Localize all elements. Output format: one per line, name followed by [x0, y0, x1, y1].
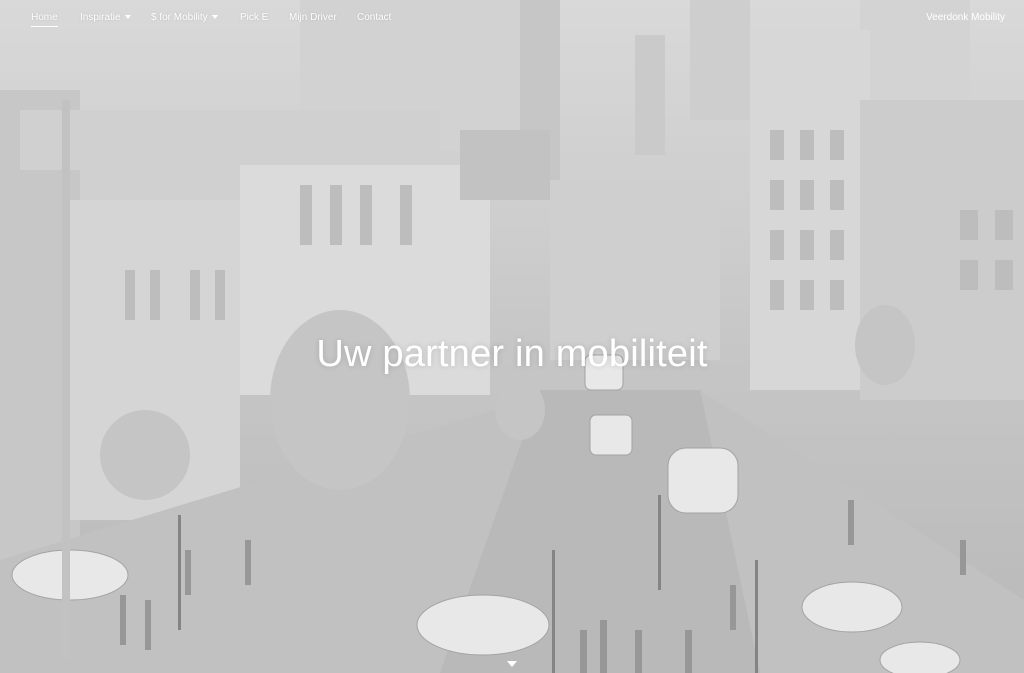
hero-headline: Uw partner in mobiliteit: [316, 333, 708, 375]
nav-item-label: Contact: [357, 12, 392, 23]
brand-name[interactable]: Veerdonk Mobility: [926, 12, 1005, 23]
caret-down-icon: [211, 15, 218, 20]
nav-item-mijn-driver[interactable]: Mijn Driver: [289, 12, 337, 23]
nav-item-label: Pick E: [240, 12, 269, 23]
nav-item-label: Home: [31, 12, 58, 23]
nav-item-home[interactable]: Home: [31, 12, 58, 27]
nav-item-for-mobility[interactable]: $ for Mobility: [151, 12, 218, 23]
nav-item-contact[interactable]: Contact: [357, 12, 391, 23]
nav-item-pick-e[interactable]: Pick E: [240, 12, 268, 23]
caret-down-icon: [124, 15, 131, 20]
nav-item-inspiratie[interactable]: Inspiratie: [80, 12, 131, 23]
chevron-down-icon[interactable]: [507, 661, 517, 667]
nav-item-label: Inspiratie: [80, 12, 121, 23]
nav-item-label: Mijn Driver: [289, 12, 337, 23]
top-navigation: Home Inspiratie $ for Mobility Pick E Mi…: [0, 0, 1024, 36]
nav-item-label: $ for Mobility: [151, 12, 208, 23]
